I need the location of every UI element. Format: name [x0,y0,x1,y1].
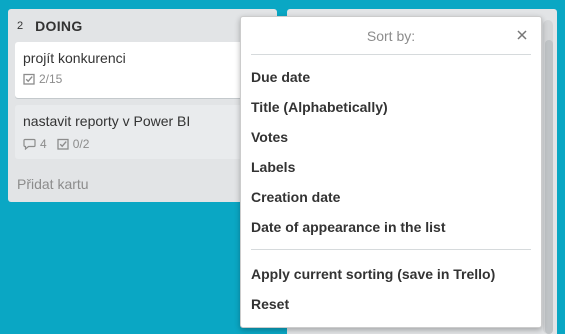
checklist-count: 0/2 [72,137,90,151]
comments-count: 4 [40,137,47,151]
card[interactable]: nastavit reporty v Power BI 4 0/2 [15,105,274,159]
card-title: projít konkurenci [23,50,126,66]
divider [251,249,531,250]
card-title: nastavit reporty v Power BI [23,113,191,129]
menu-item-label: Labels [251,159,296,175]
menu-item-label: Title (Alphabetically) [251,99,388,115]
sort-title[interactable]: Title (Alphabetically) [251,95,531,119]
sort-popover: Sort by: Due date Title (Alphabetically)… [240,16,542,328]
menu-item-label: Reset [251,296,290,312]
sort-date-of-appearance[interactable]: Date of appearance in the list [251,215,531,239]
checklist-icon [57,138,69,150]
checklist-badge: 0/2 [57,137,90,151]
popover-header: Sort by: [241,17,541,55]
card[interactable]: projít konkurenci 2/15 [15,42,270,98]
menu-item-label: Votes [251,129,289,145]
divider [251,54,531,55]
comment-icon [23,138,36,150]
sort-creation-date[interactable]: Creation date [251,185,531,209]
close-icon[interactable] [515,28,529,42]
sort-votes[interactable]: Votes [251,125,531,149]
list-doing: 2 DOING projít konkurenci 2/15 nastavit … [8,9,277,202]
menu-item-label: Due date [251,69,311,85]
menu-item-label: Apply current sorting (save in Trello) [251,266,496,282]
list-header[interactable]: 2 DOING [17,17,83,35]
list-title[interactable]: DOING [35,18,82,34]
card-badges: 2/15 [23,72,62,86]
card-badges: 4 0/2 [23,137,89,151]
checklist-icon [23,73,35,85]
checklist-badge: 2/15 [23,72,62,86]
list-card-count: 2 [17,20,24,32]
popover-title: Sort by: [366,28,416,44]
scrollbar-thumb[interactable] [545,40,553,334]
add-card-button[interactable]: Přidat kartu [17,176,89,192]
reset-button[interactable]: Reset [251,292,531,316]
comments-badge: 4 [23,137,47,151]
menu-item-label: Date of appearance in the list [251,219,446,235]
menu-item-label: Creation date [251,189,341,205]
apply-sorting-button[interactable]: Apply current sorting (save in Trello) [251,262,531,286]
sort-due-date[interactable]: Due date [251,65,531,89]
sort-labels[interactable]: Labels [251,155,531,179]
checklist-count: 2/15 [39,72,63,86]
